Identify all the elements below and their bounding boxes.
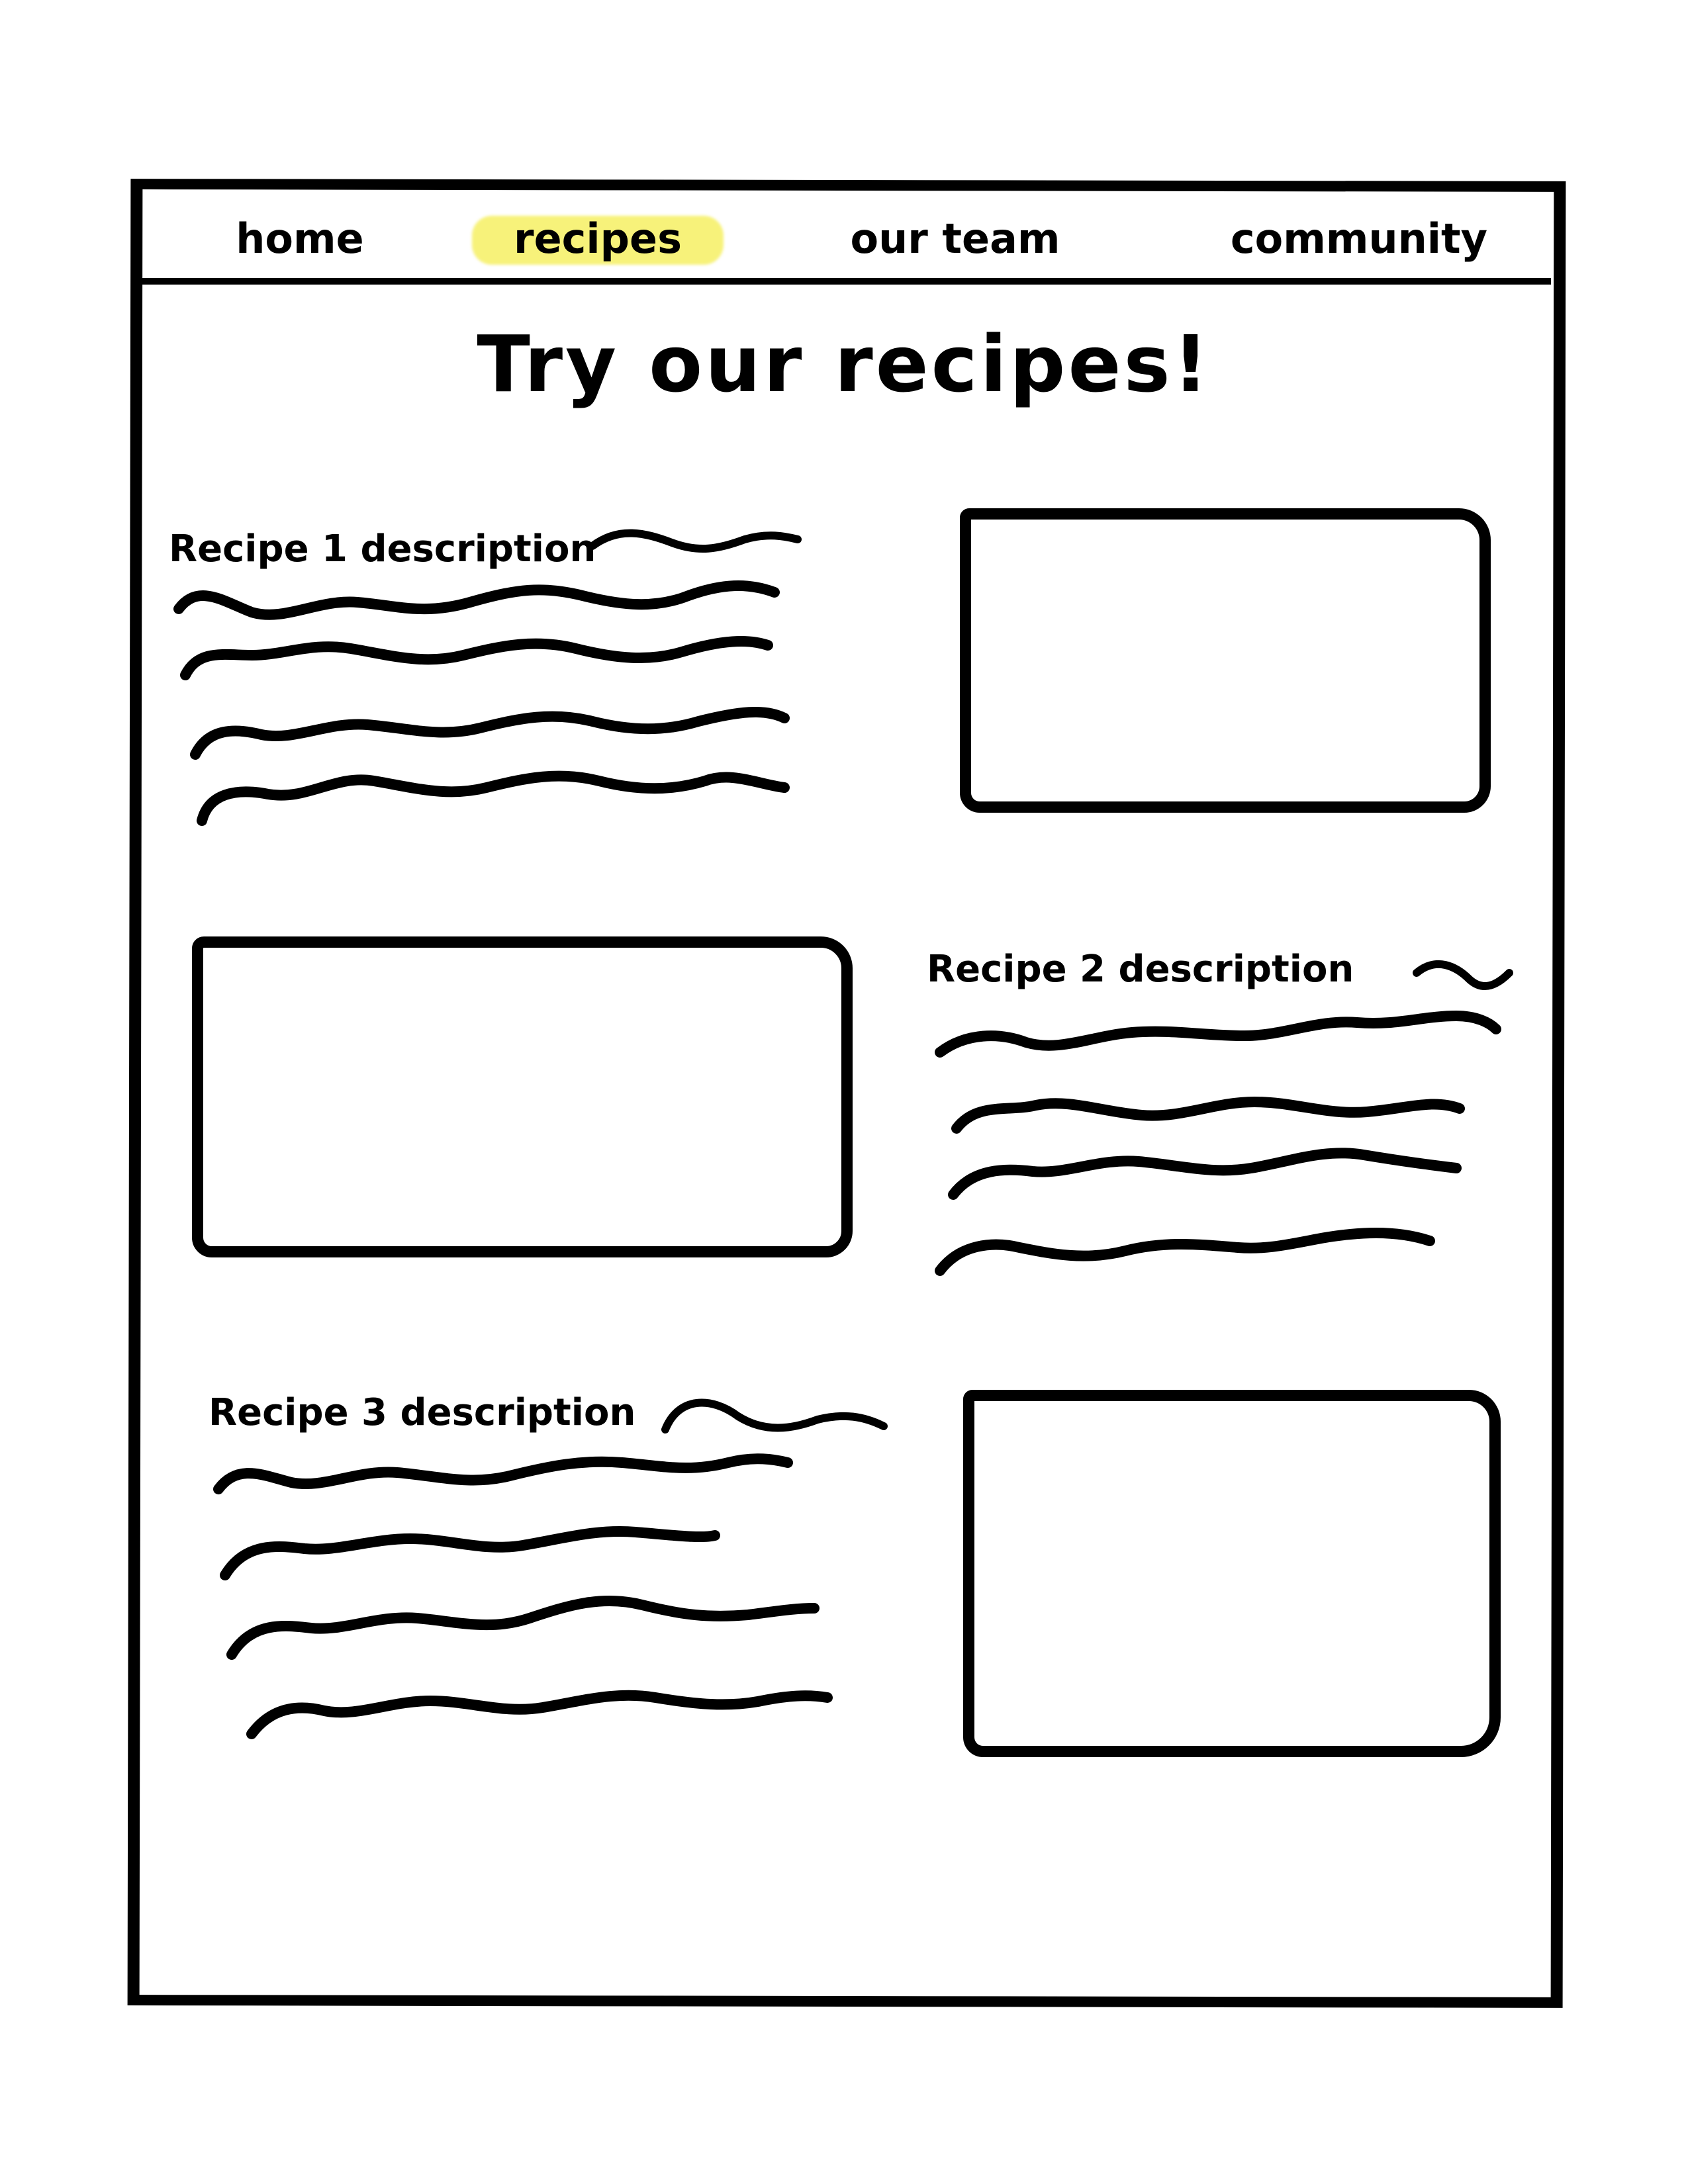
page-title: Try our recipes! (477, 318, 1211, 410)
nav-item-our-team[interactable]: our team (829, 209, 1081, 269)
nav-item-home[interactable]: home (214, 209, 386, 269)
nav-item-recipes[interactable]: recipes (498, 209, 697, 269)
recipe-2-description-text (935, 960, 1513, 1276)
nav-item-community[interactable]: community (1220, 209, 1498, 269)
recipe-3-image-placeholder (963, 1390, 1501, 1757)
recipe-3-description-text (213, 1398, 888, 1739)
top-nav: home recipes our team community (141, 193, 1551, 285)
nav-item-label: home (236, 214, 364, 263)
recipe-2-image-placeholder (192, 936, 853, 1257)
recipe-1-description-text (173, 529, 802, 826)
nav-item-label: recipes (514, 214, 682, 263)
recipe-1-image-placeholder (960, 508, 1491, 813)
nav-item-label: community (1230, 214, 1488, 263)
nav-item-label: our team (850, 214, 1060, 263)
